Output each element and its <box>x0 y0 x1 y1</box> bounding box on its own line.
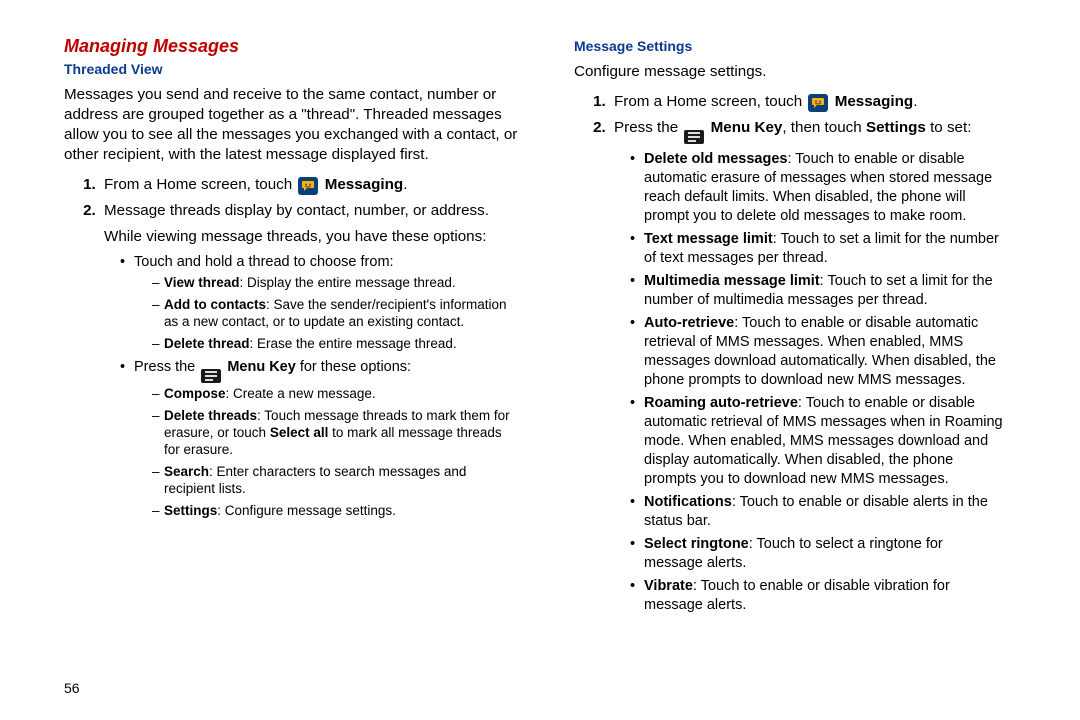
intro-paragraph: Messages you send and receive to the sam… <box>64 85 518 165</box>
manual-page: Managing Messages Threaded View Messages… <box>0 0 1080 720</box>
page-number: 56 <box>64 680 80 696</box>
step-2: Message threads display by contact, numb… <box>100 201 518 519</box>
step-1: From a Home screen, touch Messaging. <box>610 92 1004 112</box>
menu-key-icon <box>201 369 221 383</box>
threaded-steps: From a Home screen, touch Messaging. Mes… <box>64 175 518 519</box>
menu-key-items: Compose: Create a new message. Delete th… <box>134 385 518 519</box>
messaging-icon <box>808 94 828 112</box>
step-1: From a Home screen, touch Messaging. <box>100 175 518 195</box>
step-2: Press the Menu Key, then touch Settings … <box>610 118 1004 615</box>
subsection-heading: Message Settings <box>574 38 1004 54</box>
section-heading: Managing Messages <box>64 36 518 57</box>
touch-hold-items: View thread: Display the entire message … <box>134 274 518 352</box>
settings-steps: From a Home screen, touch Messaging. Pre… <box>574 92 1004 615</box>
option-touch-hold: Touch and hold a thread to choose from: … <box>120 253 518 352</box>
intro-paragraph: Configure message settings. <box>574 62 1004 82</box>
settings-items: Delete old messages: Touch to enable or … <box>614 150 1004 615</box>
left-column: Managing Messages Threaded View Messages… <box>64 36 534 708</box>
option-menu-key: Press the Menu Key for these options: Co… <box>120 358 518 519</box>
messaging-icon <box>298 177 318 195</box>
subsection-heading: Threaded View <box>64 61 518 77</box>
right-column: Message Settings Configure message setti… <box>534 36 1004 708</box>
thread-options: Touch and hold a thread to choose from: … <box>104 253 518 519</box>
menu-key-icon <box>684 130 704 144</box>
